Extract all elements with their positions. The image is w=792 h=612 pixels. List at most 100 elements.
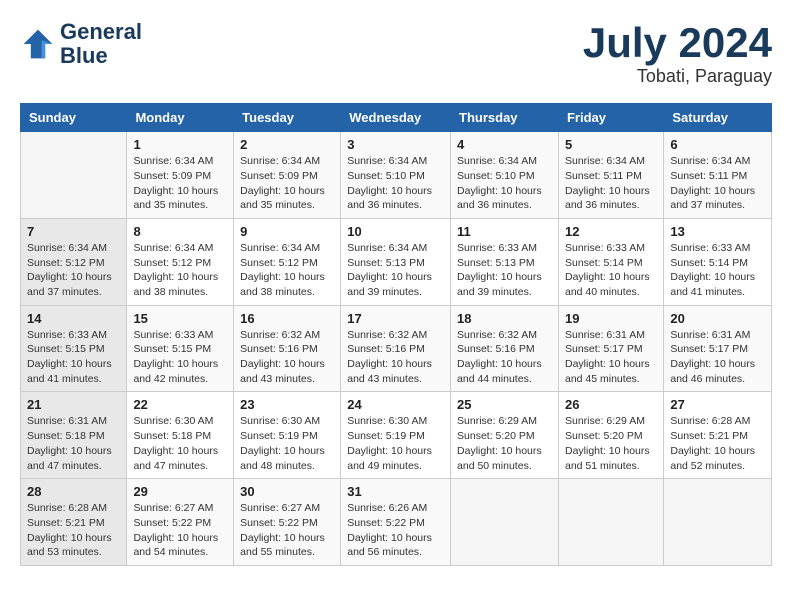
calendar-week-row: 7 Sunrise: 6:34 AM Sunset: 5:12 PM Daylig… [21, 218, 772, 305]
calendar-week-row: 14 Sunrise: 6:33 AM Sunset: 5:15 PM Dayli… [21, 305, 772, 392]
day-info: Sunrise: 6:32 AM Sunset: 5:16 PM Dayligh… [457, 328, 552, 387]
calendar-cell [664, 479, 772, 566]
day-number: 23 [240, 397, 334, 412]
main-title: July 2024 [583, 20, 772, 66]
column-header-sunday: Sunday [21, 104, 127, 132]
column-header-tuesday: Tuesday [234, 104, 341, 132]
calendar-cell: 2 Sunrise: 6:34 AM Sunset: 5:09 PM Daylig… [234, 132, 341, 219]
column-header-wednesday: Wednesday [341, 104, 451, 132]
day-number: 7 [27, 224, 120, 239]
column-header-friday: Friday [558, 104, 663, 132]
calendar-table: SundayMondayTuesdayWednesdayThursdayFrid… [20, 103, 772, 566]
logo-icon [20, 26, 56, 62]
day-info: Sunrise: 6:33 AM Sunset: 5:13 PM Dayligh… [457, 241, 552, 300]
day-info: Sunrise: 6:30 AM Sunset: 5:19 PM Dayligh… [347, 414, 444, 473]
day-number: 25 [457, 397, 552, 412]
calendar-cell: 18 Sunrise: 6:32 AM Sunset: 5:16 PM Dayli… [451, 305, 559, 392]
calendar-cell: 19Sunrise: 6:31 AM Sunset: 5:17 PM Dayli… [558, 305, 663, 392]
day-info: Sunrise: 6:34 AM Sunset: 5:11 PM Dayligh… [670, 154, 765, 213]
day-info: Sunrise: 6:27 AM Sunset: 5:22 PM Dayligh… [240, 501, 334, 560]
calendar-cell: 28 Sunrise: 6:28 AM Sunset: 5:21 PM Dayli… [21, 479, 127, 566]
day-number: 1 [133, 137, 227, 152]
calendar-cell [558, 479, 663, 566]
calendar-cell: 30 Sunrise: 6:27 AM Sunset: 5:22 PM Dayli… [234, 479, 341, 566]
day-number: 18 [457, 311, 552, 326]
day-info: Sunrise: 6:33 AM Sunset: 5:14 PM Dayligh… [670, 241, 765, 300]
day-info: Sunrise: 6:26 AM Sunset: 5:22 PM Dayligh… [347, 501, 444, 560]
calendar-cell: 17 Sunrise: 6:32 AM Sunset: 5:16 PM Dayli… [341, 305, 451, 392]
day-number: 26 [565, 397, 657, 412]
calendar-cell [21, 132, 127, 219]
day-number: 19 [565, 311, 657, 326]
day-number: 6 [670, 137, 765, 152]
day-number: 31 [347, 484, 444, 499]
calendar-cell: 1 Sunrise: 6:34 AM Sunset: 5:09 PM Daylig… [127, 132, 234, 219]
column-header-thursday: Thursday [451, 104, 559, 132]
calendar-cell: 9Sunrise: 6:34 AM Sunset: 5:12 PM Daylig… [234, 218, 341, 305]
calendar-week-row: 28 Sunrise: 6:28 AM Sunset: 5:21 PM Dayli… [21, 479, 772, 566]
day-number: 3 [347, 137, 444, 152]
day-number: 13 [670, 224, 765, 239]
calendar-cell: 31 Sunrise: 6:26 AM Sunset: 5:22 PM Dayli… [341, 479, 451, 566]
day-number: 2 [240, 137, 334, 152]
calendar-cell: 6 Sunrise: 6:34 AM Sunset: 5:11 PM Daylig… [664, 132, 772, 219]
calendar-cell: 27 Sunrise: 6:28 AM Sunset: 5:21 PM Dayli… [664, 392, 772, 479]
day-number: 29 [133, 484, 227, 499]
day-number: 8 [133, 224, 227, 239]
day-info: Sunrise: 6:32 AM Sunset: 5:16 PM Dayligh… [240, 328, 334, 387]
day-number: 5 [565, 137, 657, 152]
calendar-cell: 5 Sunrise: 6:34 AM Sunset: 5:11 PM Daylig… [558, 132, 663, 219]
day-info: Sunrise: 6:34 AM Sunset: 5:13 PM Dayligh… [347, 241, 444, 300]
calendar-cell: 14Sunrise: 6:33 AM Sunset: 5:15 PM Dayli… [21, 305, 127, 392]
day-info: Sunrise: 6:28 AM Sunset: 5:21 PM Dayligh… [27, 501, 120, 560]
day-number: 21 [27, 397, 120, 412]
day-info: Sunrise: 6:31 AM Sunset: 5:18 PM Dayligh… [27, 414, 120, 473]
day-info: Sunrise: 6:29 AM Sunset: 5:20 PM Dayligh… [457, 414, 552, 473]
calendar-week-row: 1 Sunrise: 6:34 AM Sunset: 5:09 PM Daylig… [21, 132, 772, 219]
day-info: Sunrise: 6:28 AM Sunset: 5:21 PM Dayligh… [670, 414, 765, 473]
calendar-cell [451, 479, 559, 566]
day-info: Sunrise: 6:27 AM Sunset: 5:22 PM Dayligh… [133, 501, 227, 560]
calendar-cell: 25 Sunrise: 6:29 AM Sunset: 5:20 PM Dayli… [451, 392, 559, 479]
day-number: 28 [27, 484, 120, 499]
calendar-cell: 11Sunrise: 6:33 AM Sunset: 5:13 PM Dayli… [451, 218, 559, 305]
day-number: 16 [240, 311, 334, 326]
day-number: 24 [347, 397, 444, 412]
calendar-cell: 23Sunrise: 6:30 AM Sunset: 5:19 PM Dayli… [234, 392, 341, 479]
day-number: 4 [457, 137, 552, 152]
calendar-cell: 21 Sunrise: 6:31 AM Sunset: 5:18 PM Dayli… [21, 392, 127, 479]
day-number: 10 [347, 224, 444, 239]
day-number: 27 [670, 397, 765, 412]
calendar-cell: 3 Sunrise: 6:34 AM Sunset: 5:10 PM Daylig… [341, 132, 451, 219]
logo-line2: Blue [60, 44, 142, 68]
calendar-week-row: 21 Sunrise: 6:31 AM Sunset: 5:18 PM Dayli… [21, 392, 772, 479]
calendar-header-row: SundayMondayTuesdayWednesdayThursdayFrid… [21, 104, 772, 132]
day-info: Sunrise: 6:34 AM Sunset: 5:10 PM Dayligh… [347, 154, 444, 213]
title-block: July 2024 Tobati, Paraguay [583, 20, 772, 87]
calendar-cell: 26Sunrise: 6:29 AM Sunset: 5:20 PM Dayli… [558, 392, 663, 479]
subtitle: Tobati, Paraguay [583, 66, 772, 87]
calendar-cell: 22 Sunrise: 6:30 AM Sunset: 5:18 PM Dayli… [127, 392, 234, 479]
day-number: 20 [670, 311, 765, 326]
day-info: Sunrise: 6:33 AM Sunset: 5:15 PM Dayligh… [133, 328, 227, 387]
calendar-cell: 13 Sunrise: 6:33 AM Sunset: 5:14 PM Dayli… [664, 218, 772, 305]
day-info: Sunrise: 6:34 AM Sunset: 5:12 PM Dayligh… [240, 241, 334, 300]
day-info: Sunrise: 6:30 AM Sunset: 5:18 PM Dayligh… [133, 414, 227, 473]
column-header-monday: Monday [127, 104, 234, 132]
day-info: Sunrise: 6:34 AM Sunset: 5:11 PM Dayligh… [565, 154, 657, 213]
day-info: Sunrise: 6:33 AM Sunset: 5:14 PM Dayligh… [565, 241, 657, 300]
calendar-cell: 20Sunrise: 6:31 AM Sunset: 5:17 PM Dayli… [664, 305, 772, 392]
day-number: 22 [133, 397, 227, 412]
calendar-cell: 24 Sunrise: 6:30 AM Sunset: 5:19 PM Dayli… [341, 392, 451, 479]
day-number: 12 [565, 224, 657, 239]
day-number: 15 [133, 311, 227, 326]
day-info: Sunrise: 6:34 AM Sunset: 5:09 PM Dayligh… [240, 154, 334, 213]
day-number: 14 [27, 311, 120, 326]
day-info: Sunrise: 6:32 AM Sunset: 5:16 PM Dayligh… [347, 328, 444, 387]
calendar-cell: 10 Sunrise: 6:34 AM Sunset: 5:13 PM Dayli… [341, 218, 451, 305]
day-info: Sunrise: 6:34 AM Sunset: 5:09 PM Dayligh… [133, 154, 227, 213]
calendar-cell: 12 Sunrise: 6:33 AM Sunset: 5:14 PM Dayli… [558, 218, 663, 305]
day-number: 17 [347, 311, 444, 326]
day-number: 30 [240, 484, 334, 499]
calendar-cell: 7Sunrise: 6:34 AM Sunset: 5:12 PM Daylig… [21, 218, 127, 305]
